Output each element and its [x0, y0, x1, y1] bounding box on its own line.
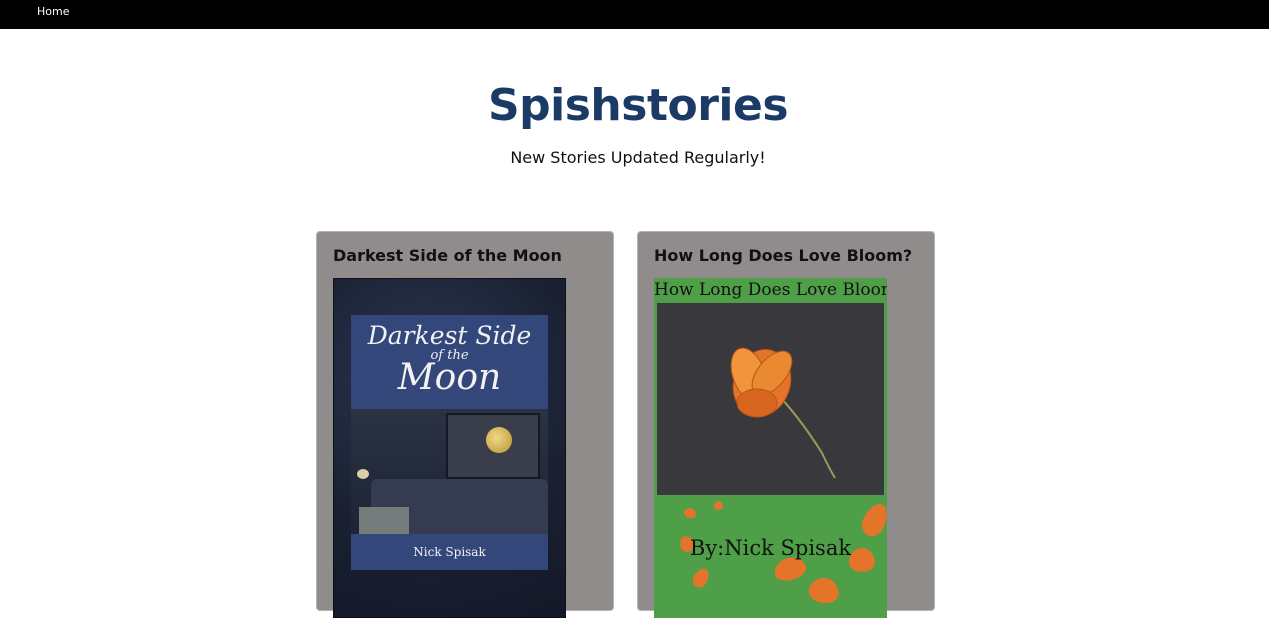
story-card-title[interactable]: How Long Does Love Bloom?: [654, 246, 912, 265]
petal-decoration: [689, 565, 713, 591]
story-card[interactable]: How Long Does Love Bloom? How Long Does …: [637, 231, 935, 618]
top-nav-bar: Home: [0, 0, 1269, 29]
cover-title-text: Darkest Side of the Moon: [351, 321, 548, 398]
cover-title-line: Moon: [397, 356, 502, 398]
book-cover-image[interactable]: Darkest Side of the Moon Nick Spisak: [333, 278, 566, 618]
cover-title-line: Darkest Side: [367, 321, 532, 350]
petal-decoration: [714, 501, 723, 510]
petal-decoration: [682, 506, 698, 520]
story-card[interactable]: Darkest Side of the Moon Darkest Side of…: [316, 231, 614, 618]
cover-title-text: How Long Does Love Bloom?: [654, 280, 887, 300]
petal-decoration: [857, 499, 887, 541]
book-cover-image[interactable]: How Long Does Love Bloom? By:Nick Spisak: [654, 278, 887, 618]
story-card-title[interactable]: Darkest Side of the Moon: [333, 246, 562, 265]
lamp-illustration: [357, 469, 369, 479]
site-tagline: New Stories Updated Regularly!: [510, 148, 766, 167]
blanket-illustration: [359, 507, 409, 534]
site-title: Spishstories: [487, 80, 789, 131]
window-illustration: [446, 413, 540, 479]
flower-illustration: [730, 347, 836, 479]
cover-bedroom-illustration: [351, 409, 548, 534]
nav-home-link[interactable]: Home: [37, 5, 69, 18]
cover-author: Nick Spisak: [351, 534, 548, 570]
cover-flower-panel: [657, 303, 884, 495]
cover-author: By:Nick Spisak: [689, 536, 852, 560]
moon-illustration: [486, 427, 512, 453]
petal-decoration: [807, 575, 841, 606]
